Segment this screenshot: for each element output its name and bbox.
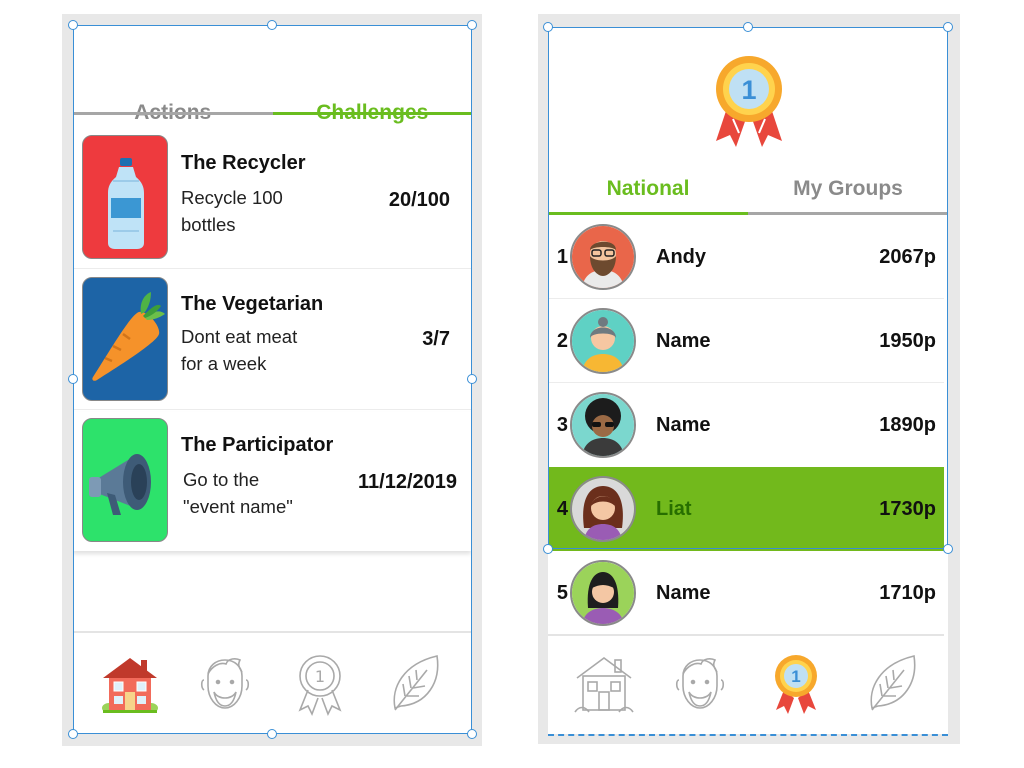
profile-icon[interactable] <box>190 648 260 718</box>
resize-handle[interactable] <box>743 22 753 32</box>
challenge-description: Recycle 100 bottles <box>181 187 283 235</box>
player-points: 1950p <box>879 329 936 352</box>
leaderboard-row[interactable]: 3 Name 1890p <box>548 383 944 467</box>
award-icon[interactable]: 1 <box>761 648 831 718</box>
resize-handle[interactable] <box>267 729 277 739</box>
badge-number: 1 <box>741 75 756 105</box>
home-icon[interactable] <box>569 648 639 718</box>
leaderboard-tab-bar: National My Groups <box>548 177 948 201</box>
leaderboard-row-current-user[interactable]: 4 Liat 1730p <box>548 467 944 551</box>
leaderboard-row[interactable]: 1 Andy 2067p <box>548 215 944 299</box>
player-points: 1890p <box>879 413 936 436</box>
challenge-description: Go to the "event name" <box>183 469 293 517</box>
avatar <box>570 308 636 374</box>
resize-handle[interactable] <box>467 729 477 739</box>
leaderboard-screen: 1 National My Groups 1 Andy 2067p 2 Name… <box>548 27 948 734</box>
rank: 5 <box>556 581 568 604</box>
resize-handle[interactable] <box>68 20 78 30</box>
resize-handle[interactable] <box>543 22 553 32</box>
divider <box>73 268 471 269</box>
leaf-icon[interactable] <box>380 648 450 718</box>
leaderboard-row[interactable]: 5 Name 1710p <box>548 551 944 635</box>
nav-divider <box>548 634 944 636</box>
challenge-description: Dont eat meat for a week <box>181 326 298 374</box>
profile-icon[interactable] <box>665 648 735 718</box>
resize-handle[interactable] <box>467 20 477 30</box>
player-points: 2067p <box>879 245 936 268</box>
player-name: Name <box>656 329 711 352</box>
rank: 4 <box>556 497 568 520</box>
challenge-title: The Participator <box>181 434 334 456</box>
bottom-nav: 1 <box>73 645 472 721</box>
carrot-icon <box>82 277 168 401</box>
avatar <box>570 392 636 458</box>
rank: 1 <box>556 245 568 268</box>
avatar <box>570 224 636 290</box>
challenge-progress: 20/100 <box>388 189 450 211</box>
rank: 2 <box>556 329 568 352</box>
water-bottle-icon <box>82 135 168 259</box>
award-icon[interactable]: 1 <box>285 648 355 718</box>
resize-handle[interactable] <box>943 22 953 32</box>
challenge-progress: 3/7 <box>422 328 450 350</box>
leaf-icon[interactable] <box>857 648 927 718</box>
rank: 3 <box>556 413 568 436</box>
player-name: Name <box>656 413 711 436</box>
avatar <box>570 560 636 626</box>
first-place-ribbon-icon: 1 <box>706 53 792 153</box>
player-points: 1730p <box>879 497 936 520</box>
resize-handle[interactable] <box>543 544 553 554</box>
challenges-tab-underline <box>73 112 472 115</box>
player-name: Andy <box>656 245 706 268</box>
challenge-title: The Vegetarian <box>181 293 324 315</box>
leaderboard-row[interactable]: 2 Name 1950p <box>548 299 944 383</box>
resize-handle[interactable] <box>943 544 953 554</box>
resize-handle[interactable] <box>267 20 277 30</box>
nav-divider <box>73 631 471 633</box>
player-name: Name <box>656 581 711 604</box>
challenge-card-vegetarian[interactable]: The Vegetarian Dont eat meat for a week … <box>73 271 471 409</box>
challenges-screen: Actions Challenges The Recycler Recycle … <box>73 25 472 734</box>
avatar <box>570 476 636 542</box>
home-icon[interactable] <box>95 648 165 718</box>
player-points: 1710p <box>879 581 936 604</box>
megaphone-icon <box>82 418 168 542</box>
challenge-card-participator[interactable]: The Participator Go to the "event name" … <box>73 412 471 551</box>
bottom-nav: 1 <box>548 645 948 721</box>
challenge-card-recycler[interactable]: The Recycler Recycle 100 bottles 20/100 <box>73 129 471 267</box>
resize-handle[interactable] <box>68 729 78 739</box>
resize-handle[interactable] <box>68 374 78 384</box>
resize-handle[interactable] <box>467 374 477 384</box>
svg-text:1: 1 <box>791 667 800 686</box>
challenge-date: 11/12/2019 <box>358 471 457 493</box>
tab-national[interactable]: National <box>548 177 748 201</box>
player-name: Liat <box>656 497 692 520</box>
overflow-guide <box>548 734 948 736</box>
tab-my-groups[interactable]: My Groups <box>748 177 948 201</box>
svg-text:1: 1 <box>315 667 325 686</box>
divider <box>73 409 471 410</box>
challenge-title: The Recycler <box>181 152 306 174</box>
